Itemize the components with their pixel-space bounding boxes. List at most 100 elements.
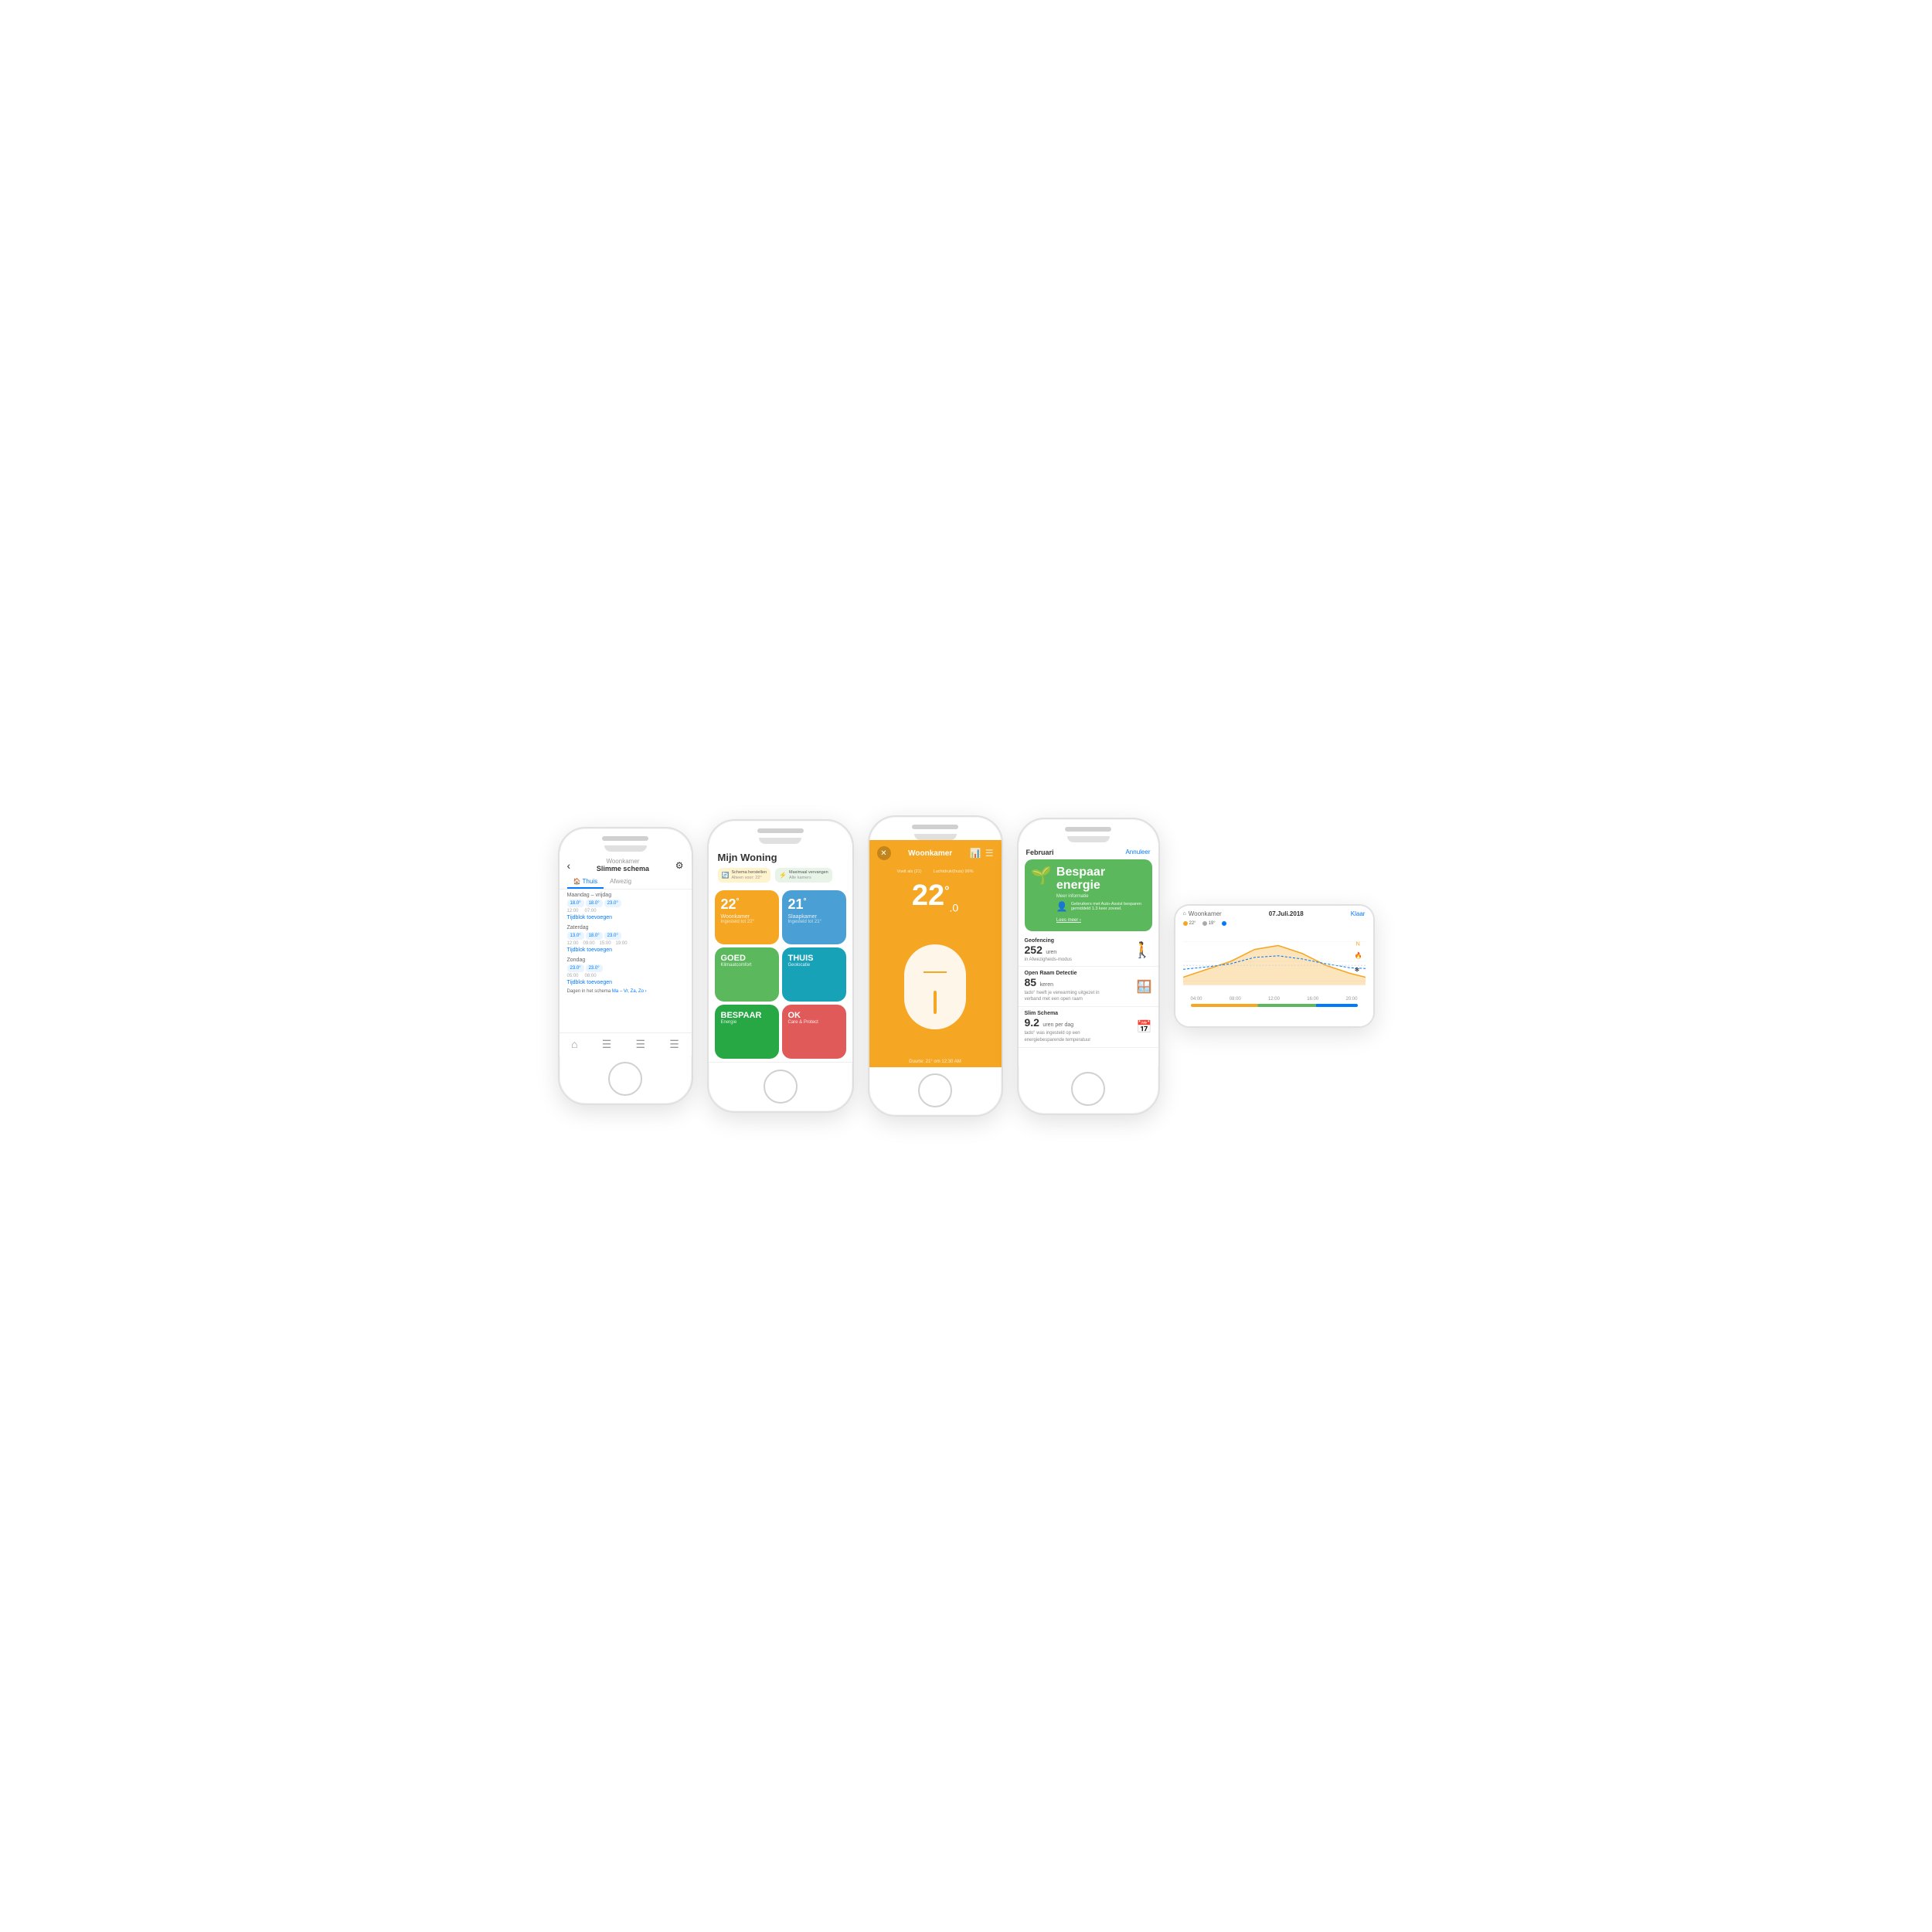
energie-big-title: Bespaarenergie (1056, 866, 1141, 893)
temp-target-label: Luchtdruk/(huis) 96% (934, 869, 974, 874)
tab-afwezig[interactable]: Afwezig (604, 876, 638, 889)
svg-text:🔥: 🔥 (1354, 951, 1362, 959)
tile-cat-energie: Energie (721, 1020, 773, 1025)
chart-x-labels: 04:00 08:00 12:00 16:00 20:00 (1183, 996, 1366, 1002)
tile-temp-woonkamer: 22° (721, 896, 773, 913)
time-1: 12:00 (567, 909, 579, 913)
big-temp-value: 22 (912, 879, 944, 912)
tile-slaapkamer[interactable]: 21° Slaapkamer Ingesteld tot 21° (782, 890, 846, 944)
nav-menu3-icon[interactable]: ☰ (669, 1038, 679, 1051)
notif-max[interactable]: ⚡ Maximaal vervangenAlle kamers (775, 868, 832, 883)
weekdays-label: Maandag – vrijdag (567, 893, 684, 898)
sunday-slots: 23.0° 23.0° (567, 964, 684, 972)
thermostat-indicator (934, 991, 937, 1014)
phone-notch-3 (914, 834, 957, 840)
slot-2: 18.0° (586, 900, 603, 907)
openraam-info: Open Raam Detectie 85 keren tado° heeft … (1025, 971, 1137, 1003)
close-button[interactable]: ✕ (877, 846, 891, 860)
phone3-screen: ✕ Woonkamer 📊 ☰ Voelt als (21) Luchtdruk… (869, 840, 1002, 1067)
tile-energie[interactable]: BESPAAR Energie (715, 1005, 779, 1059)
sat-time-4: 19:00 (616, 941, 628, 946)
x-label-4: 16:00 (1307, 997, 1318, 1002)
sat-time-2: 09:00 (583, 941, 595, 946)
tile-cat-care: Care & Protect (788, 1020, 840, 1025)
gear-icon[interactable]: ⚙ (675, 860, 684, 871)
sunday-label: Zondag (567, 957, 684, 963)
tile-geo[interactable]: THUIS Geolocatie (782, 947, 846, 1002)
tablet-chart: ⌂ Woonkamer 07.Juli.2018 Klaar 22° 19° (1174, 904, 1375, 1028)
nav-menu1-icon[interactable]: ☰ (602, 1038, 612, 1051)
nav-menu2-icon[interactable]: ☰ (636, 1038, 646, 1051)
notif-max-text: Maximaal vervangenAlle kamers (789, 870, 828, 880)
energie-banner: 🌱 Bespaarenergie Meer informatie 👤 Gebru… (1025, 859, 1152, 931)
temp-item-target: Luchtdruk/(huis) 96% (934, 869, 974, 874)
sun-slot-2: 23.0° (586, 964, 603, 972)
auto-assist-icon: 👤 (1056, 901, 1068, 912)
nav-home-icon[interactable]: ⌂ (571, 1038, 577, 1051)
chart-legend: 22° 19° (1175, 920, 1373, 927)
slimschema-value-container: 9.2 uren per dag (1025, 1016, 1137, 1030)
home-icon-small: ⌂ (1183, 911, 1186, 917)
energie-read-more[interactable]: Lees meer › (1056, 918, 1081, 923)
notif-schema[interactable]: 🔄 Schema herstellenAlteen voor: 22° (718, 868, 771, 883)
tile-cat-geo: Geolocatie (788, 963, 840, 968)
phone1-screen: ‹ Woonkamer Slimme schema ⚙ 🏠 Thuis Afwe… (560, 852, 692, 1056)
day-group-saturday: Zaterdag 13.0° 18.0° 23.0° 12:00 09:00 1… (560, 922, 692, 954)
openraam-value: 85 (1025, 976, 1037, 988)
bar-chart-icon[interactable]: 📊 (970, 848, 981, 859)
list-icon[interactable]: ☰ (985, 848, 994, 859)
woning-grid: 22° Woonkamer Ingesteld tot 22° 21° Slaa… (709, 887, 852, 1062)
devices-showcase: ‹ Woonkamer Slimme schema ⚙ 🏠 Thuis Afwe… (527, 784, 1406, 1148)
x-label-3: 12:00 (1268, 997, 1280, 1002)
tile-woonkamer[interactable]: 22° Woonkamer Ingesteld tot 22° (715, 890, 779, 944)
legend-item-1: 22° (1183, 921, 1196, 926)
legend-label-1: 22° (1189, 921, 1196, 926)
add-slot-saturday[interactable]: Tijdblok toevoegen (567, 947, 684, 953)
tile-label-woonkamer: Woonkamer (721, 914, 773, 920)
phone2-screen: Mijn Woning 🔄 Schema herstellenAlteen vo… (709, 844, 852, 1063)
room-big-temperature: 22°.0 (869, 877, 1002, 917)
time-2: 07:00 (585, 909, 597, 913)
openraam-value-container: 85 keren (1025, 976, 1137, 990)
thermostat-line (923, 971, 947, 973)
schema-tabs: 🏠 Thuis Afwezig (560, 876, 692, 889)
legend-label-2: 19° (1209, 921, 1216, 926)
energie-cancel[interactable]: Annuleer (1125, 849, 1150, 856)
chart-header: ⌂ Woonkamer 07.Juli.2018 Klaar (1175, 906, 1373, 920)
tile-temp-slaapkamer: 21° (788, 896, 840, 913)
slimschema-unit: uren per dag (1043, 1022, 1073, 1028)
phone-energie: Februari Annuleer 🌱 Bespaarenergie Meer … (1017, 818, 1160, 1115)
energie-leaf-icon: 🌱 (1031, 866, 1052, 886)
chart-done-button[interactable]: Klaar (1351, 910, 1366, 917)
chart-svg: N 🔥 ❄ (1183, 930, 1366, 992)
day-group-weekdays: Maandag – vrijdag 18.0° 18.0° 23.0° 12:0… (560, 889, 692, 922)
room-header: ✕ Woonkamer 📊 ☰ (869, 840, 1002, 866)
notif-schema-text: Schema herstellenAlteen voor: 22° (731, 870, 767, 880)
tile-care[interactable]: OK Care & Protect (782, 1005, 846, 1059)
add-slot-sunday[interactable]: Tijdblok toevoegen (567, 980, 684, 985)
geofencing-unit: uren (1046, 950, 1056, 955)
openraam-label: Open Raam Detectie (1025, 971, 1137, 976)
saturday-label: Zaterdag (567, 925, 684, 930)
x-label-1: 04:00 (1191, 997, 1202, 1002)
legend-dot-gray (1202, 921, 1207, 926)
add-slot-weekdays[interactable]: Tijdblok toevoegen (567, 915, 684, 920)
slimschema-icon: 📅 (1137, 1019, 1152, 1035)
svg-text:❄: ❄ (1354, 966, 1359, 973)
tile-keyword-ok: OK (788, 1011, 840, 1020)
tile-klimaat[interactable]: GOED Klimaatcomfort (715, 947, 779, 1002)
tab-thuis[interactable]: 🏠 Thuis (567, 876, 604, 889)
slimschema-desc: tado° was ingesteld op eenenergiebespare… (1025, 1030, 1137, 1043)
phone-schema: ‹ Woonkamer Slimme schema ⚙ 🏠 Thuis Afwe… (558, 827, 693, 1105)
weekdays-slots: 18.0° 18.0° 23.0° (567, 900, 684, 907)
energie-header: Februari Annuleer (1019, 842, 1158, 859)
sun-slot-1: 23.0° (567, 964, 584, 972)
slot-3: 23.0° (604, 900, 621, 907)
energie-month: Februari (1026, 849, 1054, 856)
thermostat-container[interactable] (869, 917, 1002, 1056)
phone2-nav: ⌂ ☰ ☰ (709, 1062, 852, 1063)
big-temp-decimal: .0 (950, 902, 959, 914)
sat-slot-2: 18.0° (586, 932, 603, 940)
auto-assist-tip: 👤 Gebruikers met Auto-Assist besparengem… (1056, 899, 1141, 925)
phone-thermostat: ✕ Woonkamer 📊 ☰ Voelt als (21) Luchtdruk… (868, 815, 1003, 1117)
